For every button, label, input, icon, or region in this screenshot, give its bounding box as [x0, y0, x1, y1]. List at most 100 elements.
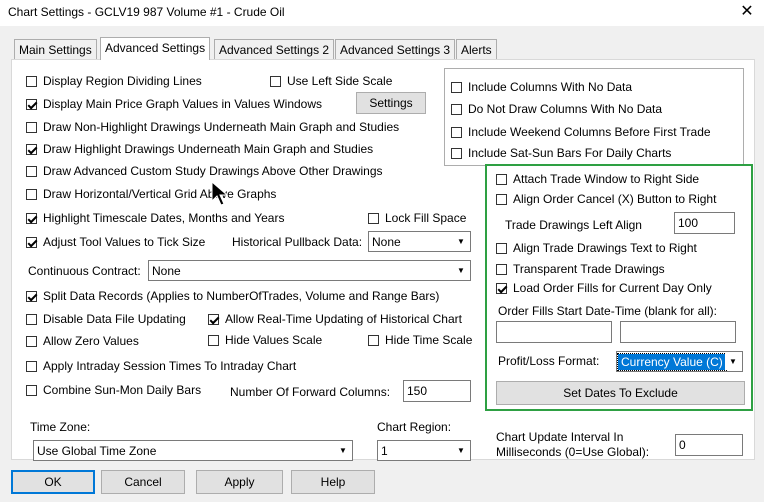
checkbox[interactable]	[496, 242, 507, 254]
option-label: Allow Real-Time Updating of Historical C…	[225, 312, 462, 326]
option-label: Draw Advanced Custom Study Drawings Abov…	[43, 164, 383, 178]
checkbox[interactable]	[496, 282, 507, 294]
checkbox[interactable]	[368, 212, 379, 224]
checkbox[interactable]	[451, 81, 462, 93]
chevron-down-icon: ▼	[453, 262, 469, 279]
option-label: Adjust Tool Values to Tick Size	[43, 235, 206, 249]
checkbox[interactable]	[26, 143, 37, 155]
checkbox[interactable]	[26, 188, 37, 200]
align-trade-text-option[interactable]: Align Trade Drawings Text to Right	[496, 241, 697, 255]
chevron-down-icon: ▼	[335, 442, 351, 459]
checkbox[interactable]	[496, 263, 507, 275]
draw-advanced-custom-option[interactable]: Draw Advanced Custom Study Drawings Abov…	[26, 164, 383, 178]
title-bar: Chart Settings - GCLV19 987 Volume #1 - …	[0, 0, 764, 26]
chevron-down-icon: ▼	[725, 353, 741, 370]
option-label: Highlight Timescale Dates, Months and Ye…	[43, 211, 285, 225]
checkbox[interactable]	[26, 165, 37, 177]
trade-left-align-input[interactable]: 100	[674, 212, 735, 234]
draw-highlight-option[interactable]: Draw Highlight Drawings Underneath Main …	[26, 142, 373, 156]
option-label: Do Not Draw Columns With No Data	[468, 102, 663, 116]
tab-advanced-settings-3[interactable]: Advanced Settings 3	[335, 39, 456, 60]
align-order-cancel-option[interactable]: Align Order Cancel (X) Button to Right	[496, 192, 716, 206]
checkbox[interactable]	[26, 236, 37, 248]
apply-button[interactable]: Apply	[196, 470, 283, 494]
checkbox[interactable]	[26, 75, 37, 87]
attach-trade-window-option[interactable]: Attach Trade Window to Right Side	[496, 172, 699, 186]
time-zone-select[interactable]: Use Global Time Zone ▼	[33, 440, 353, 461]
display-main-price-values-option[interactable]: Display Main Price Graph Values in Value…	[26, 97, 322, 111]
chart-region-select[interactable]: 1 ▼	[377, 440, 471, 461]
highlight-timescale-option[interactable]: Highlight Timescale Dates, Months and Ye…	[26, 211, 284, 225]
do-not-draw-columns-option[interactable]: Do Not Draw Columns With No Data	[451, 102, 662, 116]
disable-data-file-updating-option[interactable]: Disable Data File Updating	[26, 312, 186, 326]
combine-sun-mon-option[interactable]: Combine Sun-Mon Daily Bars	[26, 383, 201, 397]
select-value: 1	[381, 443, 388, 458]
checkbox[interactable]	[451, 147, 462, 159]
tab-advanced-settings[interactable]: Advanced Settings	[100, 37, 211, 60]
option-label: Draw Horizontal/Vertical Grid Above Grap…	[43, 187, 277, 201]
set-dates-to-exclude-button[interactable]: Set Dates To Exclude	[496, 381, 745, 405]
lock-fill-space-option[interactable]: Lock Fill Space	[368, 211, 466, 225]
checkbox[interactable]	[26, 98, 37, 110]
historical-pullback-label: Historical Pullback Data:	[232, 235, 363, 249]
split-data-records-option[interactable]: Split Data Records (Applies to NumberOfT…	[26, 289, 439, 303]
option-label: Lock Fill Space	[385, 211, 467, 225]
checkbox[interactable]	[451, 126, 462, 138]
tab-advanced-settings-2[interactable]: Advanced Settings 2	[214, 39, 335, 60]
display-region-dividing-lines-option[interactable]: Display Region Dividing Lines	[26, 74, 202, 88]
settings-button[interactable]: Settings	[356, 92, 426, 114]
transparent-trade-option[interactable]: Transparent Trade Drawings	[496, 262, 665, 276]
checkbox[interactable]	[496, 193, 507, 205]
allow-realtime-updating-option[interactable]: Allow Real-Time Updating of Historical C…	[208, 312, 462, 326]
select-value: Use Global Time Zone	[37, 443, 157, 458]
checkbox[interactable]	[26, 212, 37, 224]
checkbox[interactable]	[496, 173, 507, 185]
option-label: Include Sat-Sun Bars For Daily Charts	[468, 146, 672, 160]
include-columns-no-data-option[interactable]: Include Columns With No Data	[451, 80, 632, 94]
checkbox[interactable]	[208, 334, 219, 346]
continuous-contract-label: Continuous Contract:	[28, 264, 141, 278]
include-sat-sun-bars-option[interactable]: Include Sat-Sun Bars For Daily Charts	[451, 146, 671, 160]
ok-button[interactable]: OK	[11, 470, 95, 494]
draw-non-highlight-option[interactable]: Draw Non-Highlight Drawings Underneath M…	[26, 120, 399, 134]
include-weekend-columns-option[interactable]: Include Weekend Columns Before First Tra…	[451, 125, 711, 139]
order-fills-start-date-input[interactable]	[496, 321, 612, 343]
update-interval-input[interactable]: 0	[675, 434, 743, 456]
use-left-side-scale-option[interactable]: Use Left Side Scale	[270, 74, 392, 88]
chevron-down-icon: ▼	[453, 233, 469, 250]
option-label: Attach Trade Window to Right Side	[513, 172, 700, 186]
profit-loss-format-select[interactable]: Currency Value (C) ▼	[616, 351, 743, 372]
chevron-down-icon: ▼	[453, 442, 469, 459]
checkbox[interactable]	[270, 75, 281, 87]
checkbox[interactable]	[451, 103, 462, 115]
checkbox[interactable]	[368, 334, 379, 346]
cancel-button[interactable]: Cancel	[101, 470, 185, 494]
allow-zero-values-option[interactable]: Allow Zero Values	[26, 334, 139, 348]
order-fills-start-time-input[interactable]	[620, 321, 736, 343]
checkbox[interactable]	[26, 121, 37, 133]
checkbox[interactable]	[26, 290, 37, 302]
time-zone-label: Time Zone:	[30, 420, 91, 434]
apply-intraday-session-option[interactable]: Apply Intraday Session Times To Intraday…	[26, 359, 296, 373]
close-icon[interactable]: ✕	[738, 2, 756, 22]
draw-grid-above-option[interactable]: Draw Horizontal/Vertical Grid Above Grap…	[26, 187, 276, 201]
hide-time-scale-option[interactable]: Hide Time Scale	[368, 333, 472, 347]
option-label: Transparent Trade Drawings	[513, 262, 665, 276]
checkbox[interactable]	[26, 335, 37, 347]
checkbox[interactable]	[26, 360, 37, 372]
help-button[interactable]: Help	[291, 470, 375, 494]
continuous-contract-select[interactable]: None ▼	[148, 260, 471, 281]
checkbox[interactable]	[26, 313, 37, 325]
load-order-fills-option[interactable]: Load Order Fills for Current Day Only	[496, 281, 712, 295]
option-label: Draw Highlight Drawings Underneath Main …	[43, 142, 374, 156]
adjust-tool-values-option[interactable]: Adjust Tool Values to Tick Size	[26, 235, 205, 249]
hide-values-scale-option[interactable]: Hide Values Scale	[208, 333, 322, 347]
option-label: Disable Data File Updating	[43, 312, 186, 326]
forward-columns-input[interactable]: 150	[403, 380, 471, 402]
checkbox[interactable]	[26, 384, 37, 396]
historical-pullback-select[interactable]: None ▼	[368, 231, 471, 252]
tab-main-settings[interactable]: Main Settings	[14, 39, 97, 60]
select-value: None	[372, 234, 401, 249]
checkbox[interactable]	[208, 313, 219, 325]
tab-alerts[interactable]: Alerts	[456, 39, 497, 60]
